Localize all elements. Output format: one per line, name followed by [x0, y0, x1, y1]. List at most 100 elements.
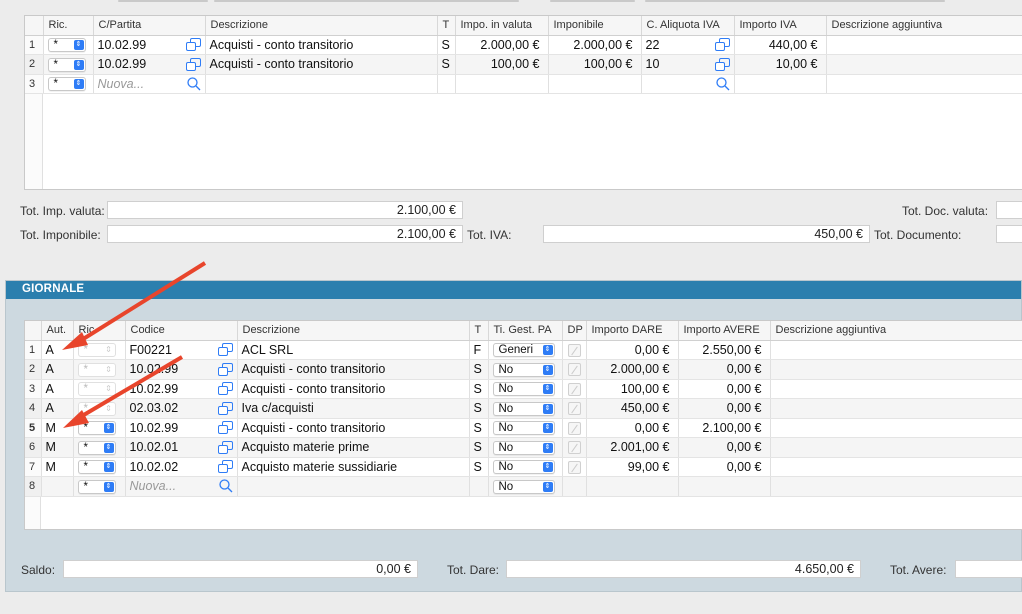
- col-header-avere[interactable]: Importo AVERE: [678, 321, 771, 341]
- dp-checkbox[interactable]: [567, 460, 581, 474]
- avere-cell[interactable]: 0,00 €: [678, 379, 771, 399]
- conto-cell[interactable]: Nuova...: [93, 74, 206, 94]
- dare-cell[interactable]: [586, 476, 679, 497]
- agg-cell[interactable]: [826, 35, 1022, 55]
- tot-documento-field[interactable]: [996, 225, 1022, 243]
- col-header-ric[interactable]: Ric.: [43, 16, 94, 36]
- col-header-descrizione[interactable]: Descrizione: [237, 321, 470, 341]
- table-row[interactable]: 1 A * ⇕ F00221 ACL SRL F Generi ⇕ 0,00 €2.550,00 …: [25, 340, 1022, 360]
- open-link-icon[interactable]: [217, 460, 233, 474]
- avere-cell[interactable]: 0,00 €: [678, 437, 771, 458]
- ric-select[interactable]: * ⇕: [47, 38, 86, 53]
- gest-pa-select[interactable]: No ⇕: [492, 401, 555, 416]
- descrizione-cell[interactable]: [237, 476, 470, 497]
- agg-cell[interactable]: [770, 379, 1022, 399]
- aliquota-cell[interactable]: 10: [641, 54, 735, 75]
- open-link-icon[interactable]: [185, 38, 201, 52]
- descrizione-cell[interactable]: [205, 74, 438, 94]
- aliquota-cell[interactable]: [641, 74, 735, 94]
- open-link-icon[interactable]: [217, 401, 233, 415]
- col-header-descrizione[interactable]: Descrizione: [205, 16, 438, 36]
- gest-pa-select[interactable]: No ⇕: [492, 382, 555, 397]
- tot-imp-valuta-field[interactable]: 2.100,00 €: [107, 201, 463, 219]
- open-link-icon[interactable]: [217, 440, 233, 454]
- search-icon[interactable]: [218, 479, 233, 493]
- t-cell[interactable]: S: [469, 359, 489, 380]
- t-cell[interactable]: S: [469, 398, 489, 419]
- ric-cell[interactable]: * ⇕: [43, 35, 94, 55]
- agg-cell[interactable]: [826, 54, 1022, 75]
- codice-cell[interactable]: 10.02.02: [125, 457, 238, 477]
- ric-cell[interactable]: * ⇕: [73, 379, 126, 399]
- imponibile-cell[interactable]: 100,00 €: [548, 54, 642, 75]
- aut-cell[interactable]: M: [41, 437, 74, 458]
- agg-cell[interactable]: [770, 457, 1022, 477]
- table-row[interactable]: 3 A * ⇕ 10.02.99 Acquisti - conto transitorio…: [25, 379, 1022, 399]
- agg-cell[interactable]: [770, 437, 1022, 458]
- col-header-dare[interactable]: Importo DARE: [586, 321, 679, 341]
- avere-cell[interactable]: 2.550,00 €: [678, 340, 771, 360]
- table-row[interactable]: 6 M * ⇕ 10.02.01 Acquisto materie prime S No ⇕ 2.…: [25, 437, 1022, 458]
- dare-cell[interactable]: 99,00 €: [586, 457, 679, 477]
- saldo-field[interactable]: 0,00 €: [63, 560, 418, 578]
- t-cell[interactable]: S: [469, 437, 489, 458]
- open-link-icon[interactable]: [217, 382, 233, 396]
- aut-cell[interactable]: M: [41, 457, 74, 477]
- codice-cell[interactable]: Nuova...: [125, 476, 238, 497]
- dp-checkbox[interactable]: [567, 421, 581, 435]
- dp-checkbox[interactable]: [567, 382, 581, 396]
- codice-cell[interactable]: F00221: [125, 340, 238, 360]
- aut-cell[interactable]: A: [41, 379, 74, 399]
- gest-pa-cell[interactable]: No ⇕: [488, 476, 563, 497]
- agg-cell[interactable]: [770, 340, 1022, 360]
- codice-cell[interactable]: 10.02.99: [125, 359, 238, 380]
- valuta-cell[interactable]: 100,00 €: [455, 54, 549, 75]
- t-cell[interactable]: [469, 476, 489, 497]
- open-link-icon[interactable]: [185, 57, 201, 71]
- codice-cell[interactable]: 10.02.01: [125, 437, 238, 458]
- col-header-dp[interactable]: DP: [562, 321, 587, 341]
- col-header-aut[interactable]: Aut.: [41, 321, 74, 341]
- table-row[interactable]: 5 M * ⇕ 10.02.99 Acquisti - conto transitorio…: [25, 418, 1022, 438]
- t-cell[interactable]: [437, 74, 456, 94]
- gest-pa-select[interactable]: No ⇕: [492, 421, 555, 436]
- search-icon[interactable]: [715, 77, 730, 91]
- ric-select[interactable]: * ⇕: [47, 57, 86, 72]
- ric-cell[interactable]: * ⇕: [43, 54, 94, 75]
- descrizione-cell[interactable]: ACL SRL: [237, 340, 470, 360]
- descrizione-cell[interactable]: Acquisti - conto transitorio: [205, 54, 438, 75]
- agg-cell[interactable]: [770, 359, 1022, 380]
- ric-cell[interactable]: * ⇕: [73, 398, 126, 419]
- aliquota-cell[interactable]: 22: [641, 35, 735, 55]
- iva-cell[interactable]: 10,00 €: [734, 54, 827, 75]
- col-header-t[interactable]: T: [469, 321, 489, 341]
- ric-cell[interactable]: * ⇕: [73, 437, 126, 458]
- table-row[interactable]: 2 * ⇕ 10.02.99 Acquisti - conto transitor…: [25, 54, 1022, 75]
- conto-cell[interactable]: 10.02.99: [93, 35, 206, 55]
- table-row[interactable]: 7 M * ⇕ 10.02.02 Acquisto materie sussidiarie…: [25, 457, 1022, 477]
- col-header-t[interactable]: T: [437, 16, 456, 36]
- descrizione-cell[interactable]: Acquisto materie sussidiarie: [237, 457, 470, 477]
- open-link-icon[interactable]: [217, 362, 233, 376]
- dp-cell[interactable]: [562, 457, 587, 477]
- dare-cell[interactable]: 450,00 €: [586, 398, 679, 419]
- t-cell[interactable]: S: [469, 457, 489, 477]
- avere-cell[interactable]: 0,00 €: [678, 457, 771, 477]
- col-header-cpartita[interactable]: C/Partita: [93, 16, 206, 36]
- col-header-impo-valuta[interactable]: Impo. in valuta: [455, 16, 549, 36]
- gest-pa-select[interactable]: No ⇕: [492, 440, 555, 455]
- ric-select[interactable]: * ⇕: [77, 343, 116, 358]
- dp-checkbox[interactable]: [567, 402, 581, 416]
- agg-cell[interactable]: [826, 74, 1022, 94]
- agg-cell[interactable]: [770, 476, 1022, 497]
- agg-cell[interactable]: [770, 418, 1022, 438]
- iva-cell[interactable]: 440,00 €: [734, 35, 827, 55]
- dp-cell[interactable]: [562, 418, 587, 438]
- ric-select[interactable]: * ⇕: [77, 440, 116, 455]
- t-cell[interactable]: S: [437, 54, 456, 75]
- ric-select[interactable]: * ⇕: [77, 479, 116, 494]
- aut-cell[interactable]: A: [41, 340, 74, 360]
- gest-pa-cell[interactable]: No ⇕: [488, 398, 563, 419]
- col-header-aliquota[interactable]: C. Aliquota IVA: [641, 16, 735, 36]
- dp-cell[interactable]: [562, 476, 587, 497]
